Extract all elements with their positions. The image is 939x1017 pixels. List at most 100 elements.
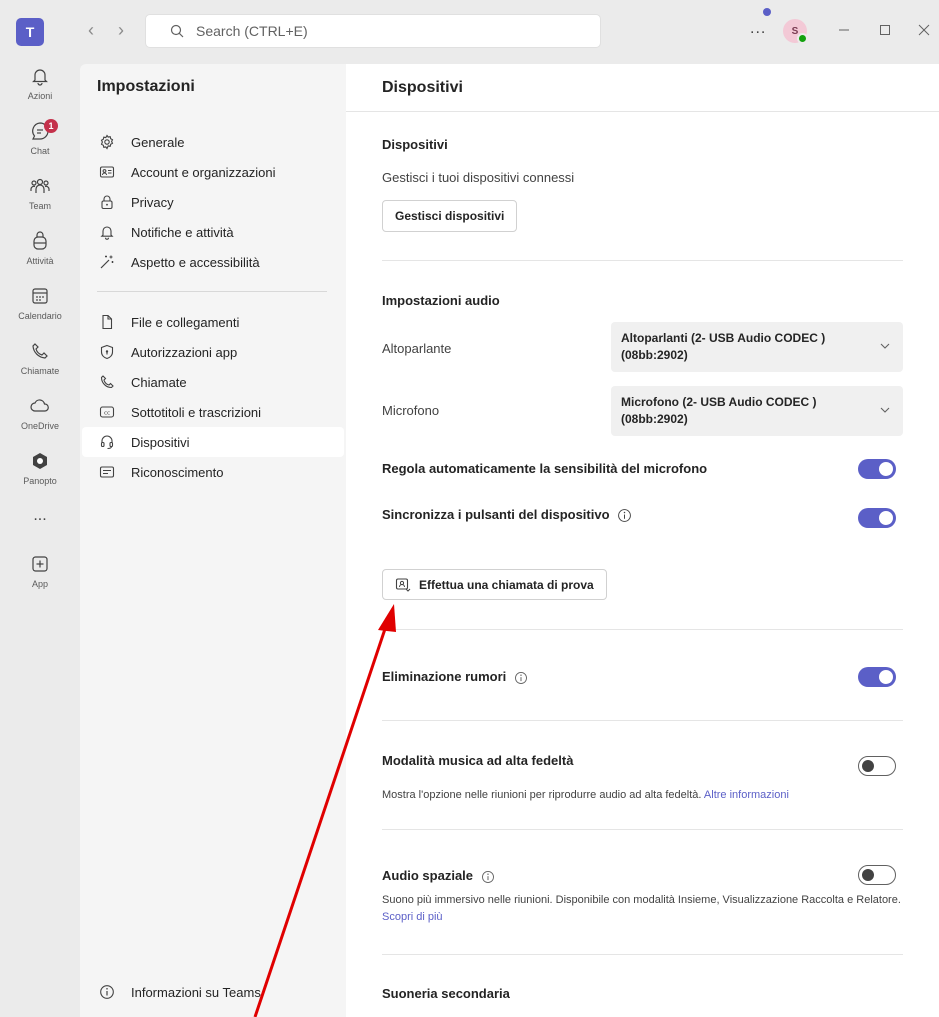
- settings-item-label: Autorizzazioni app: [131, 344, 238, 360]
- test-call-label: Effettua una chiamata di prova: [419, 577, 594, 592]
- noise-suppression-toggle[interactable]: [858, 667, 896, 687]
- settings-item-chiamate[interactable]: Chiamate: [82, 367, 344, 397]
- microphone-value-line2: (08bb:2902): [621, 412, 688, 426]
- settings-item-label: Aspetto e accessibilità: [131, 254, 260, 270]
- rail-item-app[interactable]: App: [0, 552, 80, 608]
- toggle-knob: [879, 462, 893, 476]
- phone-icon: [32, 343, 48, 359]
- secondary-ringer-label: Suoneria secondaria: [382, 986, 510, 1001]
- sync-buttons-toggle[interactable]: [858, 508, 896, 528]
- learn-more-link[interactable]: Scopri di più: [382, 911, 443, 923]
- calendar-icon: [32, 288, 48, 304]
- settings-item-sottotitoli[interactable]: cc Sottotitoli e trascrizioni: [82, 397, 344, 427]
- transcript-icon: [99, 466, 115, 478]
- maximize-button[interactable]: [873, 18, 897, 42]
- toggle-knob: [879, 670, 893, 684]
- info-icon[interactable]: [514, 671, 528, 685]
- microphone-select[interactable]: Microfono (2- USB Audio CODEC ) (08bb:29…: [611, 386, 903, 436]
- settings-item-file[interactable]: File e collegamenti: [82, 307, 344, 337]
- settings-item-label: Sottotitoli e trascrizioni: [131, 404, 262, 420]
- panel-header: Dispositivi: [346, 64, 939, 112]
- forward-arrow-icon[interactable]: ›: [118, 20, 124, 41]
- page-title: Dispositivi: [382, 79, 463, 96]
- rail-item-team[interactable]: Team: [0, 174, 80, 230]
- speaker-select[interactable]: Altoparlanti (2- USB Audio CODEC ) (08bb…: [611, 322, 903, 372]
- hifi-music-toggle[interactable]: [858, 756, 896, 776]
- settings-item-privacy[interactable]: Privacy: [82, 187, 344, 217]
- chat-badge: 1: [44, 119, 58, 133]
- test-call-button[interactable]: Effettua una chiamata di prova: [382, 569, 607, 600]
- teams-logo-icon[interactable]: T: [16, 18, 44, 46]
- cloud-icon: [30, 399, 49, 412]
- rail-item-chat[interactable]: 1 Chat: [0, 119, 80, 175]
- settings-item-autorizzazioni[interactable]: Autorizzazioni app: [82, 337, 344, 367]
- test-call-icon: [395, 577, 411, 592]
- manage-devices-button[interactable]: Gestisci dispositivi: [382, 200, 518, 232]
- settings-item-informazioni[interactable]: Informazioni su Teams: [82, 977, 344, 1007]
- search-box[interactable]: [145, 14, 601, 48]
- settings-item-dispositivi[interactable]: Dispositivi: [82, 427, 344, 457]
- spatial-audio-toggle[interactable]: [858, 865, 896, 885]
- hifi-music-description: Mostra l'opzione nelle riunioni per ripr…: [382, 787, 789, 804]
- settings-item-label: File e collegamenti: [131, 314, 240, 330]
- hifi-music-description-text: Mostra l'opzione nelle riunioni per ripr…: [382, 789, 702, 801]
- rail-item-panopto[interactable]: Panopto: [0, 449, 80, 505]
- back-arrow-icon[interactable]: ‹: [88, 20, 94, 41]
- search-input[interactable]: [196, 23, 546, 39]
- close-icon: [918, 24, 930, 36]
- settings-item-label: Account e organizzazioni: [131, 164, 276, 180]
- bell-icon: [32, 69, 48, 86]
- minimize-button[interactable]: [832, 18, 856, 42]
- more-apps-icon: ...: [33, 507, 47, 524]
- rail-item-calendario[interactable]: Calendario: [0, 284, 80, 340]
- audio-settings-heading: Impostazioni audio: [382, 293, 500, 308]
- settings-item-label: Privacy: [131, 194, 174, 210]
- section-divider: [382, 829, 903, 830]
- hifi-music-label: Modalità musica ad alta fedeltà: [382, 753, 574, 768]
- toggle-knob: [879, 511, 893, 525]
- svg-text:cc: cc: [104, 410, 110, 416]
- devices-settings-panel: Dispositivi Dispositivi Gestisci i tuoi …: [346, 64, 939, 1017]
- section-divider: [382, 629, 903, 630]
- minimize-icon: [839, 29, 849, 31]
- microphone-value-line1: Microfono (2- USB Audio CODEC ): [621, 395, 817, 409]
- info-icon[interactable]: [617, 508, 632, 523]
- rail-item-attivita[interactable]: Attività: [0, 229, 80, 285]
- close-window-button[interactable]: [912, 18, 936, 42]
- settings-item-generale[interactable]: Generale: [82, 127, 344, 157]
- info-icon[interactable]: [481, 870, 495, 884]
- document-icon: [102, 314, 113, 330]
- spatial-audio-label: Audio spaziale: [382, 868, 474, 883]
- auto-sensitivity-toggle[interactable]: [858, 459, 896, 479]
- settings-nav: Impostazioni Generale Account e organizz…: [80, 64, 346, 1017]
- settings-item-aspetto[interactable]: Aspetto e accessibilità: [82, 247, 344, 277]
- chevron-down-icon: [880, 407, 890, 413]
- settings-item-account[interactable]: Account e organizzazioni: [82, 157, 344, 187]
- rail-label: App: [31, 579, 48, 589]
- magic-wand-icon: [100, 255, 114, 269]
- settings-item-riconoscimento[interactable]: Riconoscimento: [82, 457, 344, 487]
- settings-item-notifiche[interactable]: Notifiche e attività: [82, 217, 344, 247]
- more-info-link[interactable]: Altre informazioni: [704, 789, 789, 801]
- add-app-icon: [32, 556, 48, 572]
- spatial-audio-row: Audio spaziale: [382, 868, 495, 884]
- panopto-icon: [33, 453, 47, 469]
- spatial-audio-description-text: Suono più immersivo nelle riunioni. Disp…: [382, 894, 901, 906]
- rail-item-chiamate[interactable]: Chiamate: [0, 339, 80, 395]
- noise-row: Eliminazione rumori: [382, 669, 528, 685]
- backpack-icon: [33, 231, 47, 250]
- rail-label: Chat: [30, 146, 50, 156]
- toggle-knob: [862, 760, 874, 772]
- settings-title: Impostazioni: [97, 78, 195, 95]
- devices-description: Gestisci i tuoi dispositivi connessi: [382, 170, 575, 185]
- bell-icon: [100, 226, 114, 240]
- closed-captions-icon: cc: [99, 406, 115, 418]
- settings-divider: [97, 291, 327, 292]
- settings-item-label: Chiamate: [131, 374, 187, 390]
- rail-item-azioni[interactable]: Azioni: [0, 64, 80, 120]
- rail-label: Calendario: [18, 311, 62, 321]
- rail-item-onedrive[interactable]: OneDrive: [0, 394, 80, 450]
- section-divider: [382, 260, 903, 261]
- more-options-button[interactable]: ...: [750, 20, 766, 38]
- phone-icon: [100, 375, 114, 389]
